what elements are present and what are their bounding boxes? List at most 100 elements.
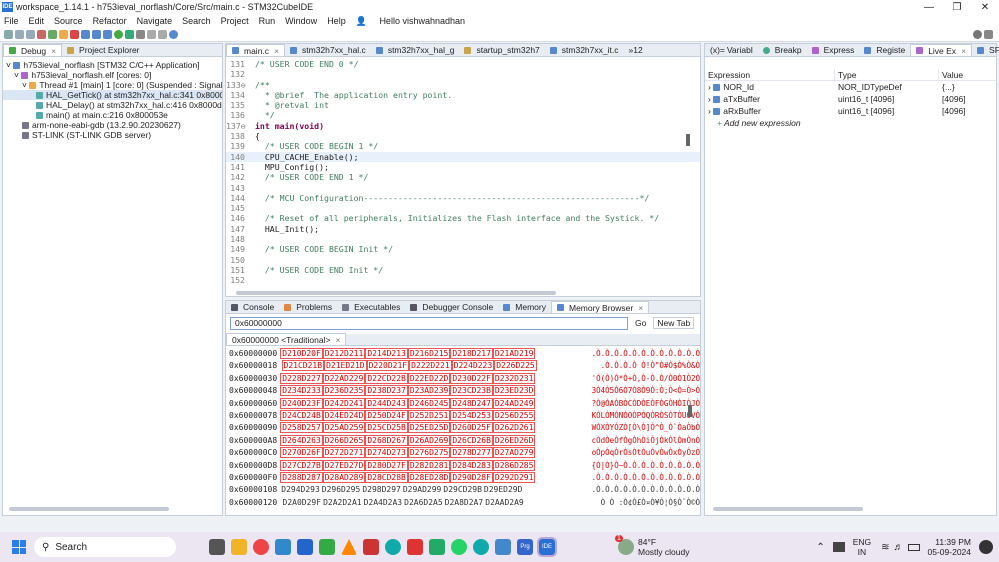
step-over-icon[interactable]: [92, 30, 101, 39]
tab-hal-c[interactable]: stm32h7xx_hal.c: [285, 44, 371, 56]
tab-it-c[interactable]: stm32h7xx_it.c: [545, 44, 624, 56]
memory-word[interactable]: D232D231: [492, 372, 536, 384]
save-all-icon[interactable]: [26, 30, 35, 39]
tab-breakpoints[interactable]: Breakp: [758, 44, 807, 56]
store-icon[interactable]: [275, 539, 291, 555]
memory-row[interactable]: 0x60000120 D2A0D29F D2A2D2A1 D2A4D2A3 D2A6D2…: [226, 497, 700, 509]
memory-word[interactable]: D262D261: [492, 422, 536, 434]
chevron-right-icon[interactable]: ›: [708, 94, 711, 104]
memory-word[interactable]: D27ED27D: [322, 459, 366, 471]
tab-variables[interactable]: (x)= Variabl: [705, 44, 758, 56]
menu-file[interactable]: File: [4, 16, 19, 26]
chevron-down-icon[interactable]: ˅: [6, 60, 11, 70]
tab-memory-browser[interactable]: Memory Browser ×: [551, 301, 650, 313]
tree-item-thread[interactable]: ˅ Thread #1 [main] 1 [core: 0] (Suspende…: [3, 80, 222, 90]
word-icon[interactable]: [297, 539, 313, 555]
suspend-icon[interactable]: [59, 30, 68, 39]
memory-word[interactable]: D21CD21B: [281, 360, 325, 372]
file-explorer-icon[interactable]: [231, 539, 247, 555]
chevron-down-icon[interactable]: ˅: [14, 70, 19, 80]
tab-problems[interactable]: Problems: [279, 301, 337, 313]
tab-executables[interactable]: Executables: [337, 301, 405, 313]
vlc-icon[interactable]: [341, 539, 357, 555]
copilot-icon[interactable]: [979, 540, 993, 554]
memory-row[interactable]: 0x600000D8 D27CD27B D27ED27D D280D27F D282D2…: [226, 459, 700, 472]
app-icon[interactable]: [495, 539, 511, 555]
menu-run[interactable]: Run: [259, 16, 276, 26]
memory-word[interactable]: D244D243: [365, 397, 408, 409]
new-tab-button[interactable]: New Tab: [653, 317, 695, 329]
close-icon[interactable]: ×: [51, 46, 56, 56]
tab-debugger-console[interactable]: Debugger Console: [405, 301, 498, 313]
edge-icon[interactable]: [473, 539, 489, 555]
memory-word[interactable]: D284D283: [450, 459, 493, 471]
memory-row[interactable]: 0x60000108 D294D293 D296D295 D298D297 D29AD2…: [226, 484, 700, 496]
memory-word[interactable]: D25CD25B: [365, 422, 408, 434]
tab-main-c[interactable]: main.c ×: [226, 44, 286, 56]
column-expression[interactable]: Expression: [705, 69, 835, 80]
memory-word[interactable]: D258D257: [280, 422, 323, 434]
memory-word[interactable]: D216D215: [407, 348, 451, 359]
memory-word[interactable]: D230D22F: [450, 372, 493, 384]
memory-word[interactable]: D282D281: [407, 459, 451, 471]
nav-forward-icon[interactable]: [158, 30, 167, 39]
device-icon[interactable]: [832, 542, 845, 552]
tab-expressions[interactable]: Express: [807, 44, 860, 56]
menu-source[interactable]: Source: [54, 16, 83, 26]
memory-word[interactable]: D226D225: [494, 360, 537, 372]
memory-word[interactable]: D27CD27B: [280, 459, 323, 471]
memory-word[interactable]: D242D241: [322, 397, 366, 409]
memory-word[interactable]: D29CD29B: [442, 485, 483, 494]
tree-item-stlink[interactable]: ST-LINK (ST-LINK GDB server): [3, 130, 222, 140]
menu-refactor[interactable]: Refactor: [93, 16, 127, 26]
memory-word[interactable]: D22CD22B: [365, 372, 408, 384]
memory-dump[interactable]: 0x60000000 D210D20F D212D211 D214D213 D216D2…: [226, 346, 700, 509]
language-indicator[interactable]: ENG IN: [853, 537, 871, 557]
memory-row[interactable]: 0x60000090 D258D257 D25AD259 D25CD25B D25ED2…: [226, 422, 700, 434]
step-return-icon[interactable]: [103, 30, 112, 39]
close-icon[interactable]: ×: [638, 303, 643, 313]
memory-word[interactable]: D28CD28B: [365, 471, 408, 483]
memory-word[interactable]: D272D271: [322, 447, 366, 459]
memory-word[interactable]: D21ED21D: [324, 360, 367, 372]
menu-help[interactable]: Help: [327, 16, 346, 26]
tab-project-explorer[interactable]: Project Explorer: [62, 44, 144, 56]
tab-sfrs[interactable]: SFRs: [972, 44, 999, 56]
memory-word[interactable]: D280D27F: [365, 459, 408, 471]
memory-word[interactable]: D22AD229: [322, 372, 366, 384]
memory-word[interactable]: D22ED22D: [407, 372, 451, 384]
memory-word[interactable]: D24CD24B: [280, 409, 323, 421]
windows-start-icon[interactable]: [12, 540, 26, 554]
chevron-down-icon[interactable]: ˅: [22, 80, 27, 90]
memory-word[interactable]: D254D253: [450, 409, 493, 421]
chevron-right-icon[interactable]: ›: [708, 82, 711, 92]
memory-word[interactable]: D292D291: [492, 471, 536, 483]
stack-frame[interactable]: HAL_Delay() at stm32h7xx_hal.c:416 0x800…: [3, 100, 222, 110]
memory-word[interactable]: D26AD269: [407, 434, 451, 446]
tab-live-expressions[interactable]: Live Ex ×: [910, 44, 973, 56]
tree-item-launch[interactable]: ˅ h753ieval_norflash [STM32 C/C++ Applic…: [3, 60, 222, 70]
memory-row[interactable]: 0x600000F0 D288D287 D28AD289 D28CD28B D28ED2…: [226, 471, 700, 484]
volume-icon[interactable]: ♬: [894, 542, 904, 553]
battery-icon[interactable]: [907, 543, 920, 551]
memory-word[interactable]: D264D263: [280, 434, 323, 446]
excel-icon[interactable]: [429, 539, 445, 555]
tab-hal-g[interactable]: stm32h7xx_hal_g: [371, 44, 460, 56]
menu-search[interactable]: Search: [182, 16, 211, 26]
tab-memory-rendering[interactable]: 0x60000000 <Traditional> ×: [226, 333, 347, 345]
weather-widget[interactable]: 84°F Mostly cloudy: [638, 537, 690, 557]
memory-row[interactable]: 0x60000030 D228D227 D22AD229 D22CD22B D22ED2…: [226, 372, 700, 385]
debug-icon[interactable]: [125, 30, 134, 39]
memory-word[interactable]: D276D275: [407, 447, 451, 459]
memory-word[interactable]: D23CD23B: [450, 385, 493, 397]
tree-item-gdb[interactable]: arm-none-eabi-gdb (13.2.90.20230627): [3, 120, 222, 130]
memory-word[interactable]: D256D255: [492, 409, 536, 421]
memory-word[interactable]: D298D297: [361, 485, 402, 494]
tab-console[interactable]: Console: [226, 301, 279, 313]
task-view-icon[interactable]: [209, 539, 225, 555]
tab-debug[interactable]: Debug ×: [3, 44, 63, 56]
tree-item-elf[interactable]: ˅ h753ieval_norflash.elf [cores: 0]: [3, 70, 222, 80]
save-icon[interactable]: [15, 30, 24, 39]
memory-word[interactable]: D212D211: [322, 348, 366, 359]
go-button[interactable]: Go: [632, 318, 649, 328]
